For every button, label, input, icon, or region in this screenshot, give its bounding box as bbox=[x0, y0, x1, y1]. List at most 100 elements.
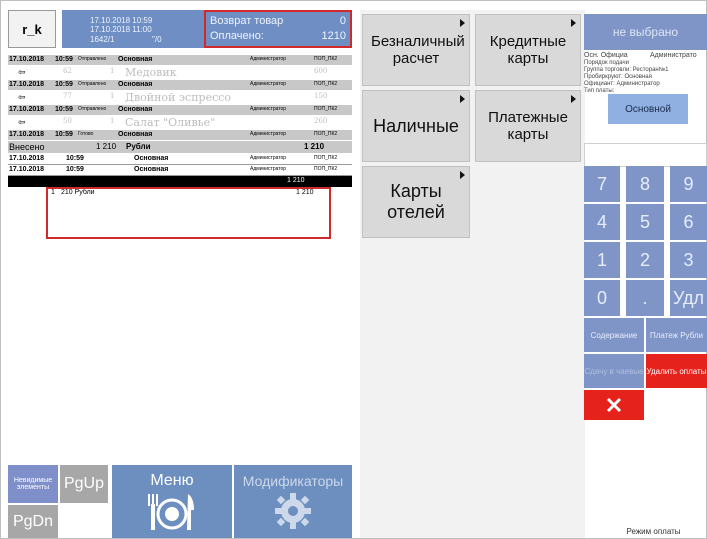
row-price: 600 bbox=[314, 67, 328, 75]
key-8[interactable]: 8 bbox=[626, 166, 664, 202]
cancel-button[interactable] bbox=[584, 390, 644, 420]
modifiers-label: Модификаторы bbox=[242, 472, 344, 489]
row-user: Администратор bbox=[250, 81, 287, 87]
row-type: Основная bbox=[118, 131, 153, 138]
key-dot[interactable]: . bbox=[626, 280, 664, 316]
order-header[interactable]: 17.10.2018 10:59 17.10.2018 11:00 1642/1… bbox=[62, 10, 204, 48]
table-row[interactable]: 17.10.2018 10:59 Основная Администратор … bbox=[8, 165, 352, 176]
paid-value: 1210 bbox=[321, 30, 346, 42]
key-6[interactable]: 6 bbox=[670, 204, 707, 240]
table-row[interactable]: 17.10.2018 10:59 Готово Основная Админис… bbox=[8, 130, 352, 141]
highlight-box bbox=[46, 187, 331, 239]
row-qty: 50 bbox=[63, 117, 72, 125]
payment-button-payment-cards[interactable]: Платежные карты bbox=[475, 90, 581, 162]
row-type: Основная bbox=[134, 166, 169, 173]
row-user: Администратор bbox=[250, 131, 287, 137]
delete-payments-button[interactable]: Удалить оплаты bbox=[646, 354, 707, 388]
table-row[interactable]: ⇦ 62 1 Медовик 600 bbox=[8, 66, 352, 80]
page-down-button[interactable]: PgDn bbox=[8, 505, 58, 538]
table-row[interactable]: 17.10.2018 10:59 Основная Администратор … bbox=[8, 154, 352, 165]
key-delete[interactable]: Удл bbox=[670, 280, 707, 316]
key-7[interactable]: 7 bbox=[584, 166, 620, 202]
info-line: Пробиркруют: Основная bbox=[584, 74, 652, 80]
return-label: Возврат товар bbox=[210, 15, 284, 27]
row-time: 10:59 bbox=[66, 155, 84, 162]
close-icon bbox=[606, 397, 622, 413]
menu-button[interactable]: Меню bbox=[112, 465, 232, 538]
key-3[interactable]: 3 bbox=[670, 242, 707, 278]
table-row[interactable]: 17.10.2018 10:59 Отправлено Основная Адм… bbox=[8, 55, 352, 66]
row-count: 1 bbox=[110, 117, 115, 125]
payment-label: Карты отелей bbox=[387, 181, 445, 222]
submenu-arrow-icon bbox=[460, 95, 465, 103]
row-name: Салат "Оливье" bbox=[125, 116, 216, 129]
table-row[interactable]: 17.10.2018 10:59 Отправлено Основная Адм… bbox=[8, 80, 352, 91]
table-row[interactable]: 17.10.2018 10:59 Отправлено Основная Адм… bbox=[8, 105, 352, 116]
row-user: Администратор bbox=[250, 155, 287, 161]
info-line: Порядок подачи bbox=[584, 60, 629, 66]
invisible-elements-button[interactable]: Невидимые элементы bbox=[8, 465, 58, 503]
deposit-row[interactable]: Внесено 1 210 Рубли 1 210 bbox=[8, 141, 352, 154]
order-info: Осн. Официа Администрато Порядок подачи … bbox=[584, 52, 707, 95]
row-time: 10:59 bbox=[55, 131, 73, 138]
row-status: Отправлено bbox=[78, 81, 107, 87]
row-code: ПОП_ПК2 bbox=[314, 106, 338, 112]
submenu-arrow-icon bbox=[571, 19, 576, 27]
key-9[interactable]: 9 bbox=[670, 166, 707, 202]
payment-button-hotel-cards[interactable]: Карты отелей bbox=[362, 166, 470, 238]
row-price: 260 bbox=[314, 117, 328, 125]
station-label: r_k bbox=[8, 10, 56, 48]
row-code: ПОП_ПК2 bbox=[314, 155, 338, 161]
row-type: Основная bbox=[118, 106, 153, 113]
table-row[interactable]: ⇦ 50 1 Салат "Оливье" 260 bbox=[8, 116, 352, 130]
payment-label: Кредитные карты bbox=[489, 33, 567, 67]
gear-icon bbox=[275, 492, 311, 529]
change-to-tips-button[interactable]: Сдачу в чаевые bbox=[584, 354, 644, 388]
row-count: 1 bbox=[110, 67, 115, 75]
content-button[interactable]: Содержание bbox=[584, 318, 644, 352]
modifiers-button[interactable]: Модификаторы bbox=[234, 465, 352, 538]
key-0[interactable]: 0 bbox=[584, 280, 620, 316]
key-4[interactable]: 4 bbox=[584, 204, 620, 240]
key-2[interactable]: 2 bbox=[626, 242, 664, 278]
row-name: Медовик bbox=[125, 66, 177, 79]
payment-rub-button[interactable]: Платеж Рубли bbox=[646, 318, 707, 352]
payment-button-cash[interactable]: Наличные bbox=[362, 90, 470, 162]
row-date: 17.10.2018 bbox=[9, 155, 45, 162]
row-time: 10:59 bbox=[55, 106, 73, 113]
row-status: Готово bbox=[78, 131, 94, 137]
row-date: 17.10.2018 bbox=[9, 166, 45, 173]
payment-label: Платежные карты bbox=[488, 109, 568, 143]
page-up-button[interactable]: PgUp bbox=[60, 465, 108, 503]
totals-header: Возврат товар 0 Оплачено: 1210 bbox=[204, 10, 352, 48]
deposit-currency: Рубли bbox=[126, 142, 151, 151]
deposit-total: 1 210 bbox=[304, 142, 325, 151]
row-code: ПОП_ПК2 bbox=[314, 81, 338, 87]
row-qty: 77 bbox=[63, 92, 72, 100]
payment-button-cashless[interactable]: Безналичный расчет bbox=[362, 14, 470, 86]
order-suffix: "/0 bbox=[152, 35, 162, 44]
submenu-arrow-icon bbox=[460, 19, 465, 27]
paid-label: Оплачено: bbox=[210, 30, 264, 42]
return-value: 0 bbox=[339, 15, 346, 27]
row-qty: 62 bbox=[63, 67, 72, 75]
row-date: 17.10.2018 bbox=[9, 131, 45, 138]
deposit-amount: 1 210 bbox=[96, 142, 117, 151]
row-date: 17.10.2018 bbox=[9, 106, 45, 113]
return-arrow-icon: ⇦ bbox=[18, 117, 26, 127]
return-arrow-icon: ⇦ bbox=[18, 67, 26, 77]
key-1[interactable]: 1 bbox=[584, 242, 620, 278]
payment-mode-label: Режим оплаты bbox=[626, 527, 681, 536]
table-row[interactable]: ⇦ 77 1 Двойной эспрессо 150 bbox=[8, 91, 352, 105]
payment-button-credit[interactable]: Кредитные карты bbox=[475, 14, 581, 86]
payment-label: Безналичный расчет bbox=[371, 33, 465, 67]
order-grid: 17.10.2018 10:59 Отправлено Основная Адм… bbox=[8, 55, 352, 201]
row-user: Администратор bbox=[250, 166, 287, 172]
price-type-field[interactable]: Основной bbox=[608, 94, 688, 124]
row-time: 10:59 bbox=[55, 81, 73, 88]
row-count: 1 bbox=[110, 92, 115, 100]
customer-selector[interactable]: не выбрано bbox=[584, 14, 707, 50]
info-line: Официант: Администратор bbox=[584, 81, 660, 87]
key-5[interactable]: 5 bbox=[626, 204, 664, 240]
amount-input[interactable] bbox=[584, 143, 707, 167]
